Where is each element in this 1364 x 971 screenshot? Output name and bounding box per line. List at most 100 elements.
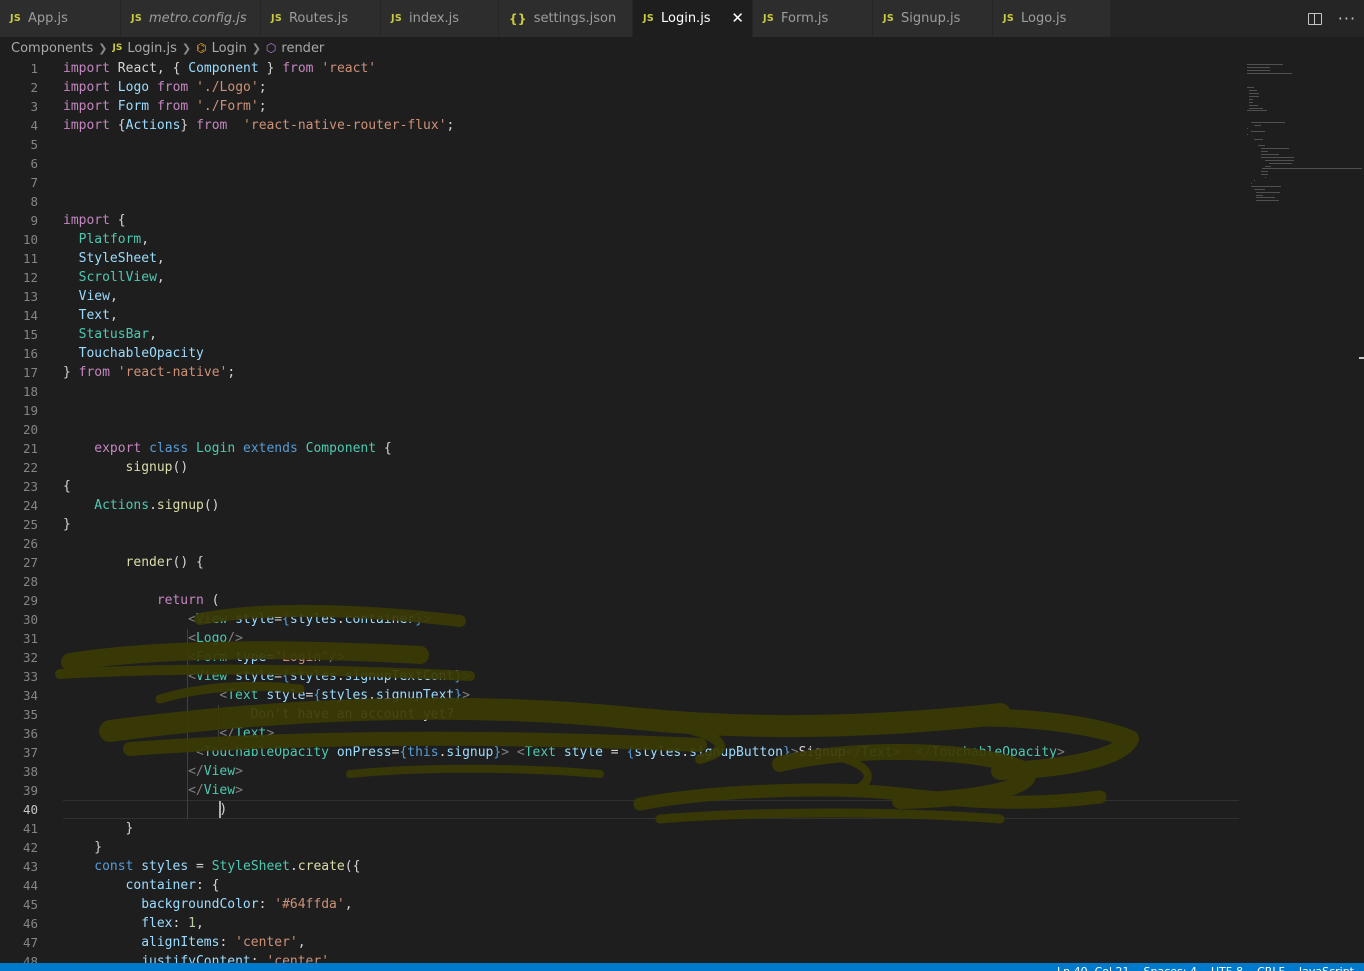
code-line[interactable]: export class Login extends Component { <box>94 439 391 458</box>
tab-label: Signup.js <box>900 11 961 26</box>
code-token: signupTextCont <box>344 669 455 684</box>
code-token: { <box>282 669 290 684</box>
status-item[interactable]: JavaScript <box>1299 965 1354 971</box>
code-line[interactable]: render() { <box>126 553 204 572</box>
js-file-icon: JS <box>10 13 21 24</box>
code-line[interactable]: TouchableOpacity <box>79 344 204 363</box>
minimap-row <box>1261 156 1294 158</box>
code-line[interactable]: container: { <box>126 876 220 895</box>
code-token: create <box>297 859 345 874</box>
breadcrumb-file[interactable]: Login.js <box>127 41 177 56</box>
code-line[interactable]: Actions.signup() <box>94 496 219 515</box>
code-line[interactable]: { <box>63 477 71 496</box>
code-editor[interactable]: 1 2 3 4 5 6 7 8 9 10 11 12 13 14 15 16 17 18 19 20 21 22 23 24 2… <box>0 59 1364 963</box>
code-line[interactable]: } <box>63 515 71 534</box>
line-number: 2 <box>30 80 38 95</box>
code-line[interactable]: <TouchableOpacity onPress={this.signup}>… <box>196 743 1065 762</box>
code-token: 'react-native-router-flux' <box>243 118 447 133</box>
tab-label: App.js <box>27 11 68 26</box>
line-number: 23 <box>22 479 38 494</box>
code-line[interactable]: alignItems: 'center', <box>141 933 305 952</box>
code-line[interactable]: } <box>126 819 134 838</box>
code-token: const <box>94 859 134 874</box>
code-line[interactable]: </View> <box>188 762 243 781</box>
line-number: 39 <box>22 783 38 798</box>
code-line[interactable]: ScrollView, <box>79 268 165 287</box>
code-line[interactable]: <Logo/> <box>188 629 243 648</box>
code-token: = <box>188 859 212 874</box>
minimap-row <box>1256 191 1281 193</box>
line-number: 7 <box>30 175 38 190</box>
code-line[interactable]: StatusBar, <box>79 325 157 344</box>
status-item[interactable]: Spaces: 4 <box>1144 965 1197 971</box>
tab-settings-json[interactable]: {} settings.json <box>499 0 633 37</box>
status-item[interactable]: UTF-8 <box>1211 965 1243 971</box>
code-line[interactable]: backgroundColor: '#64ffda', <box>141 895 352 914</box>
code-line[interactable]: </View> <box>188 781 243 800</box>
code-token: { <box>109 213 126 228</box>
indent-guide <box>218 705 220 743</box>
minimap-row <box>1254 180 1256 181</box>
js-file-icon: JS <box>763 13 774 24</box>
code-token: style <box>235 669 275 684</box>
breadcrumb-symbol[interactable]: Login <box>212 41 247 56</box>
code-line[interactable]: flex: 1, <box>141 914 204 933</box>
code-token: /> <box>227 631 243 646</box>
tab-app-js[interactable]: JS App.js <box>0 0 121 37</box>
tab-index-js[interactable]: JS index.js <box>381 0 499 37</box>
tab-form-js[interactable]: JS Form.js <box>753 0 873 37</box>
code-line[interactable]: <Text style={styles.signupText}> <box>219 686 470 705</box>
code-token: Text <box>861 745 893 760</box>
tab-login-js[interactable]: JS Login.js ✕ <box>633 0 753 37</box>
status-item[interactable]: CRLF <box>1257 965 1285 971</box>
code-token: style <box>563 745 603 760</box>
code-line[interactable]: import Form from './Form'; <box>63 97 267 116</box>
tab-routes-js[interactable]: JS Routes.js <box>261 0 381 37</box>
tab-logo-js[interactable]: JS Logo.js <box>993 0 1111 37</box>
code-token: , <box>156 270 165 285</box>
code-token: Don't have an account yet? <box>250 707 455 722</box>
code-line[interactable]: } <box>94 838 102 857</box>
tab-signup-js[interactable]: JS Signup.js <box>873 0 993 37</box>
indent-guide <box>187 629 189 819</box>
code-line[interactable]: <View style={styles.container}> <box>188 610 431 629</box>
code-token: , <box>109 289 118 304</box>
tab-metro-config-js[interactable]: JS metro.config.js <box>121 0 261 37</box>
line-number: 8 <box>30 194 38 209</box>
code-line[interactable]: StyleSheet, <box>79 249 165 268</box>
minimap[interactable] <box>1240 59 1363 209</box>
code-line[interactable]: justifyContent: 'center', <box>141 952 337 963</box>
breadcrumb-method[interactable]: render <box>281 41 324 56</box>
code-line[interactable]: const styles = StyleSheet.create({ <box>94 857 360 876</box>
code-line[interactable]: signup() <box>126 458 189 477</box>
code-line[interactable]: <Form type="Login"/> <box>188 648 345 667</box>
status-item[interactable]: Ln 40, Col 21 <box>1057 965 1130 971</box>
code-token: View <box>195 669 228 684</box>
code-line[interactable]: import {Actions} from 'react-native-rout… <box>63 116 454 135</box>
code-line[interactable]: Platform, <box>79 230 149 249</box>
line-number: 12 <box>22 270 38 285</box>
code-token: signupButton <box>689 745 784 760</box>
close-icon[interactable]: ✕ <box>731 9 744 27</box>
line-number: 43 <box>22 859 38 874</box>
code-line[interactable]: import Logo from './Logo'; <box>63 78 267 97</box>
split-editor-icon[interactable] <box>1307 12 1322 25</box>
line-number: 5 <box>30 137 38 152</box>
more-actions-icon[interactable]: ··· <box>1338 10 1356 26</box>
breadcrumb-folder[interactable]: Components <box>11 41 93 56</box>
code-token: ; <box>258 99 267 114</box>
code-line[interactable]: <View style={styles.signupTextCont}> <box>188 667 470 686</box>
code-line[interactable]: import React, { Component } from 'react' <box>63 59 376 78</box>
code-line[interactable]: </Text> <box>219 724 274 743</box>
code-line[interactable]: return ( <box>157 591 220 610</box>
minimap-row <box>1261 171 1268 173</box>
code-line[interactable]: import { <box>63 211 126 230</box>
code-line[interactable]: } from 'react-native'; <box>63 363 235 382</box>
code-line[interactable]: Don't have an account yet? <box>251 705 455 724</box>
code-line[interactable]: Text, <box>79 306 118 325</box>
code-line[interactable]: View, <box>79 287 118 306</box>
